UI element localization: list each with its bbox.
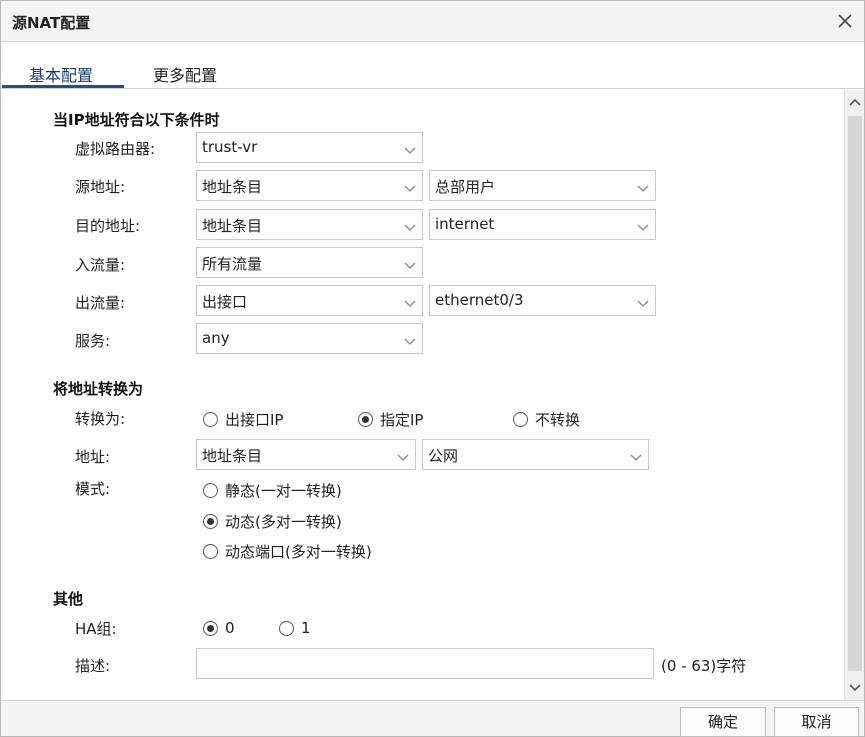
radio-ha-0-label: 0 bbox=[225, 619, 235, 637]
source-address-type-value: 地址条目 bbox=[202, 178, 263, 196]
translate-address-type-value: 地址条目 bbox=[202, 447, 263, 465]
destination-address-type-value: 地址条目 bbox=[202, 217, 263, 235]
virtual-router-label: 虚拟路由器: bbox=[75, 140, 156, 158]
chevron-down-icon bbox=[404, 333, 416, 345]
source-address-label: 源地址: bbox=[75, 178, 126, 196]
source-nat-dialog: 源NAT配置 基本配置 更多配置 当IP地址符合以下条件时 虚拟路由器: tru… bbox=[0, 0, 865, 737]
translate-address-type-select[interactable]: 地址条目 bbox=[196, 439, 416, 470]
radio-ha-0[interactable]: 0 bbox=[203, 619, 235, 637]
translate-to-label: 转换为: bbox=[75, 410, 126, 428]
radio-mode-dynamic-port[interactable]: 动态端口(多对一转换) bbox=[203, 541, 372, 562]
mode-label: 模式: bbox=[75, 480, 111, 498]
radio-ha-1[interactable]: 1 bbox=[279, 619, 311, 637]
scrollbar-thumb[interactable] bbox=[848, 116, 862, 671]
source-address-type-select[interactable]: 地址条目 bbox=[196, 170, 423, 201]
description-hint: (0 - 63)字符 bbox=[661, 657, 747, 675]
radio-dot bbox=[203, 412, 218, 427]
egress-label: 出流量: bbox=[75, 294, 126, 312]
radio-mode-dynamic[interactable]: 动态(多对一转换) bbox=[203, 511, 342, 532]
ingress-select[interactable]: 所有流量 bbox=[196, 247, 423, 278]
source-address-value: 总部用户 bbox=[435, 178, 496, 196]
chevron-down-icon bbox=[404, 219, 416, 231]
ingress-label: 入流量: bbox=[75, 256, 126, 274]
chevron-down-icon bbox=[637, 180, 649, 192]
cancel-button[interactable]: 取消 bbox=[774, 707, 859, 737]
virtual-router-value: trust-vr bbox=[202, 138, 258, 156]
tab-more-config[interactable]: 更多配置 bbox=[153, 62, 217, 86]
chevron-down-icon bbox=[404, 142, 416, 154]
ok-button[interactable]: 确定 bbox=[680, 707, 766, 737]
dialog-footer: 确定 取消 bbox=[1, 700, 864, 737]
description-label: 描述: bbox=[75, 657, 111, 675]
radio-egress-ip-label: 出接口IP bbox=[225, 411, 284, 429]
radio-mode-static[interactable]: 静态(一对一转换) bbox=[203, 480, 342, 501]
chevron-down-icon bbox=[397, 449, 409, 461]
radio-no-translate[interactable]: 不转换 bbox=[513, 409, 580, 430]
tab-basic-config[interactable]: 基本配置 bbox=[29, 62, 93, 86]
description-input[interactable] bbox=[196, 648, 654, 679]
chevron-down-icon bbox=[404, 295, 416, 307]
active-tab-indicator bbox=[2, 85, 124, 88]
radio-dot bbox=[203, 544, 218, 559]
chevron-up-icon[interactable] bbox=[847, 94, 863, 110]
egress-type-value: 出接口 bbox=[202, 293, 248, 311]
radio-mode-static-label: 静态(一对一转换) bbox=[225, 482, 342, 500]
close-icon[interactable] bbox=[834, 10, 856, 32]
destination-address-value-select[interactable]: internet bbox=[429, 209, 656, 240]
conditions-section-title: 当IP地址符合以下条件时 bbox=[53, 111, 220, 129]
chevron-down-icon bbox=[630, 449, 642, 461]
radio-no-translate-label: 不转换 bbox=[535, 411, 581, 429]
radio-dot bbox=[279, 620, 294, 636]
service-label: 服务: bbox=[75, 332, 111, 350]
radio-dot bbox=[513, 412, 528, 427]
tab-bar: 基本配置 更多配置 bbox=[1, 43, 864, 89]
vertical-scrollbar[interactable] bbox=[844, 90, 864, 700]
dialog-titlebar: 源NAT配置 bbox=[1, 1, 864, 42]
radio-specified-ip-label: 指定IP bbox=[380, 411, 424, 429]
service-value: any bbox=[202, 329, 230, 347]
address-label: 地址: bbox=[75, 448, 111, 466]
radio-dot bbox=[203, 483, 218, 498]
radio-dot-selected bbox=[358, 412, 373, 427]
chevron-down-icon bbox=[637, 219, 649, 231]
radio-dot-selected bbox=[203, 620, 218, 636]
ha-group-label: HA组: bbox=[75, 620, 117, 638]
service-select[interactable]: any bbox=[196, 323, 423, 354]
translate-address-value-select[interactable]: 公网 bbox=[422, 439, 649, 470]
ingress-value: 所有流量 bbox=[202, 255, 263, 273]
other-section-title: 其他 bbox=[53, 590, 84, 608]
radio-egress-ip[interactable]: 出接口IP bbox=[203, 409, 283, 430]
radio-dot-selected bbox=[203, 514, 218, 529]
translate-section-title: 将地址转换为 bbox=[53, 380, 144, 398]
egress-interface-value: ethernet0/3 bbox=[435, 291, 524, 309]
dialog-title: 源NAT配置 bbox=[12, 14, 91, 32]
chevron-down-icon[interactable] bbox=[847, 680, 863, 696]
radio-mode-dynamic-label: 动态(多对一转换) bbox=[225, 513, 342, 531]
destination-address-type-select[interactable]: 地址条目 bbox=[196, 209, 423, 240]
virtual-router-select[interactable]: trust-vr bbox=[196, 132, 423, 163]
radio-ha-1-label: 1 bbox=[301, 619, 311, 637]
egress-type-select[interactable]: 出接口 bbox=[196, 285, 423, 316]
egress-interface-select[interactable]: ethernet0/3 bbox=[429, 285, 656, 316]
chevron-down-icon bbox=[404, 257, 416, 269]
radio-specified-ip[interactable]: 指定IP bbox=[358, 409, 423, 430]
source-address-value-select[interactable]: 总部用户 bbox=[429, 170, 656, 201]
destination-address-value: internet bbox=[435, 215, 495, 233]
radio-mode-dynamic-port-label: 动态端口(多对一转换) bbox=[225, 543, 372, 561]
chevron-down-icon bbox=[637, 295, 649, 307]
chevron-down-icon bbox=[404, 180, 416, 192]
destination-address-label: 目的地址: bbox=[75, 217, 141, 235]
translate-address-value: 公网 bbox=[428, 447, 459, 465]
